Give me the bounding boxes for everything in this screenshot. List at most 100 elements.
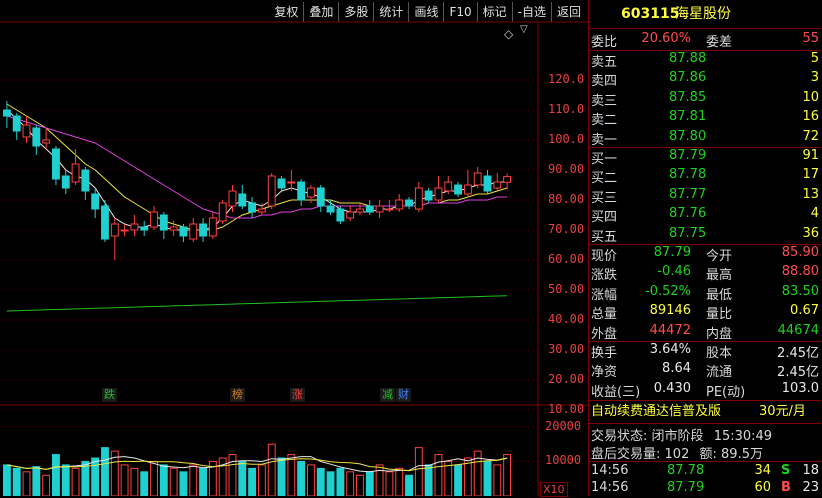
stat-label: 今开 <box>706 249 733 264</box>
volume-bar <box>385 471 394 496</box>
volume-bar <box>356 474 364 496</box>
candle <box>189 218 198 242</box>
candle <box>375 200 384 218</box>
order-book-row[interactable]: 买五 87.75 36 <box>589 225 821 245</box>
tick-row[interactable]: 14:56 87.79 60 B 23 <box>589 479 821 498</box>
event-marker[interactable]: 榜 <box>230 388 245 402</box>
candle-body <box>150 211 158 228</box>
candle <box>287 170 296 191</box>
candle-body <box>316 187 325 207</box>
order-book-row[interactable]: 买二 87.78 17 <box>589 166 821 187</box>
candle <box>356 203 364 215</box>
candle <box>12 113 21 140</box>
moving-average-line <box>6 115 508 219</box>
candle-body <box>2 109 11 117</box>
kline-chart-area[interactable]: 复权 叠加 多股 统计 画线 F10 标记 -自选 返回 ◇ ▽ 120.0 110.0 100.0… <box>0 0 588 497</box>
candle <box>434 176 443 203</box>
volume-bar <box>326 471 335 496</box>
candle <box>395 194 404 212</box>
event-marker[interactable]: 跌 <box>102 388 117 402</box>
candle <box>238 185 247 209</box>
fund-value: 2.45亿 <box>777 346 819 361</box>
volume-bar <box>130 467 139 496</box>
event-marker[interactable]: 减 <box>380 388 395 402</box>
promo-banner[interactable]: 自动续费通达信普及版 30元/月 <box>589 402 821 422</box>
volume-bar <box>277 457 286 496</box>
candle-body <box>375 205 384 213</box>
event-marker[interactable]: 财 <box>396 388 411 402</box>
tick-side: S <box>781 463 791 478</box>
level-label: 卖三 <box>591 93 618 109</box>
volume-bar <box>483 460 492 496</box>
candle-body <box>257 208 266 213</box>
candle-body <box>52 148 60 180</box>
price-tick-label: 120.0 <box>548 72 585 86</box>
fund-value: 8.64 <box>662 361 691 377</box>
level-label: 买一 <box>591 152 618 167</box>
order-book-row[interactable]: 买四 87.76 4 <box>589 205 821 226</box>
volume-bar <box>42 474 51 496</box>
stat-label: 外盘 <box>591 326 618 342</box>
candle <box>81 167 90 200</box>
candle <box>218 200 227 224</box>
volume-bar <box>424 464 433 496</box>
stat-label: 总量 <box>591 307 618 323</box>
volume-bar <box>179 471 188 496</box>
candle <box>71 149 80 185</box>
candle-body <box>424 190 433 201</box>
promo-price[interactable]: 30元/月 <box>759 402 806 422</box>
candle-body <box>336 208 345 222</box>
stock-code: 603115 <box>621 6 680 22</box>
candle-body <box>297 181 306 201</box>
candle-body <box>238 193 247 207</box>
stock-name: 海星股份 <box>675 6 731 22</box>
volume-bar <box>248 467 257 496</box>
candle-body <box>405 199 413 207</box>
tick-time: 14:56 <box>591 480 629 495</box>
candle-body <box>208 217 217 237</box>
candle-body <box>189 223 198 240</box>
tick-side: B <box>781 480 791 495</box>
level-label: 买三 <box>591 190 618 206</box>
order-book-row[interactable]: 卖三 87.85 10 <box>589 89 821 109</box>
fund-label: 换手 <box>591 346 618 361</box>
stat-value: 88.80 <box>781 264 819 280</box>
candle-body <box>179 226 188 237</box>
order-book-row[interactable]: 卖一 87.80 72 <box>589 128 821 148</box>
level-price: 87.80 <box>669 128 707 144</box>
fund-label: 收益(三) <box>591 384 641 400</box>
level-label: 买二 <box>591 171 618 187</box>
fund-value: 3.64% <box>649 342 691 357</box>
event-marker[interactable]: 涨 <box>290 388 305 402</box>
candle <box>22 116 31 143</box>
volume-bar <box>307 464 315 496</box>
level-price: 87.79 <box>669 148 707 163</box>
level-label: 卖一 <box>591 132 618 148</box>
order-book-row[interactable]: 卖四 87.86 3 <box>589 69 821 89</box>
level-volume: 13 <box>802 186 819 202</box>
promo-text[interactable]: 自动续费通达信普及版 <box>591 402 721 422</box>
trade-status-time: 15:30:49 <box>713 429 773 444</box>
order-book-row[interactable]: 卖五 87.88 5 <box>589 50 821 70</box>
stat-label: 涨幅 <box>591 287 618 303</box>
level-volume: 4 <box>810 206 819 222</box>
volume-bar <box>405 474 413 496</box>
candle <box>277 176 286 191</box>
volume-unit-label: X10 <box>540 482 568 497</box>
order-book-row[interactable]: 买三 87.77 13 <box>589 186 821 206</box>
price-tick-label: 80.00 <box>548 192 585 206</box>
order-book-row[interactable]: 买一 87.79 91 <box>589 147 821 167</box>
volume-bar <box>228 454 237 496</box>
quote-stat-row: 总量 89146 量比 0.67 <box>589 302 821 323</box>
order-book-row[interactable]: 卖二 87.81 16 <box>589 108 821 128</box>
level-label: 买四 <box>591 210 618 226</box>
candle-body <box>444 181 453 192</box>
fund-value: 2.45亿 <box>777 365 819 381</box>
candle <box>52 146 60 185</box>
tick-volume: 60 <box>754 480 771 495</box>
candle <box>179 224 188 242</box>
candle-body <box>307 187 315 198</box>
stat-label: 最高 <box>706 268 733 284</box>
trade-status-row: 交易状态: 闭市阶段 15:30:49 <box>591 425 772 444</box>
volume-bar <box>12 467 21 496</box>
